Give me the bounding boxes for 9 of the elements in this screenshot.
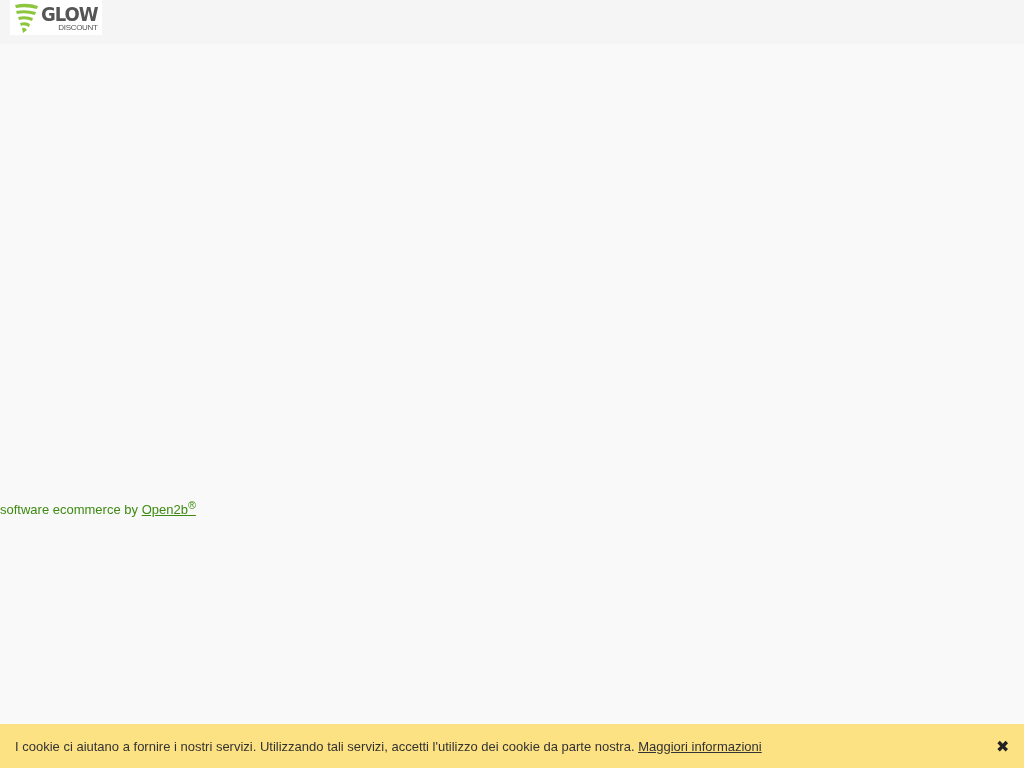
open2b-link[interactable]: Open2b$^{®}$: [141, 502, 196, 518]
logo-subword: DISCOUNT: [58, 23, 98, 32]
cookie-notice: I cookie ci aiutano a fornire i nostri servizi. Utilizzando tali servizi, accetti l'utilizzo dei cookie da parte nostra. Maggiori informazioni: [15, 738, 763, 754]
logo-word: GLOW: [41, 3, 98, 24]
logo[interactable]: GLOW DISCOUNT: [10, 0, 102, 35]
footer-credit: software ecommerce by: [0, 502, 139, 518]
swirl-icon: [13, 1, 39, 34]
more-info-link[interactable]: Maggiori informazioni: [638, 738, 762, 754]
close-button[interactable]: ✖: [996, 736, 1009, 756]
